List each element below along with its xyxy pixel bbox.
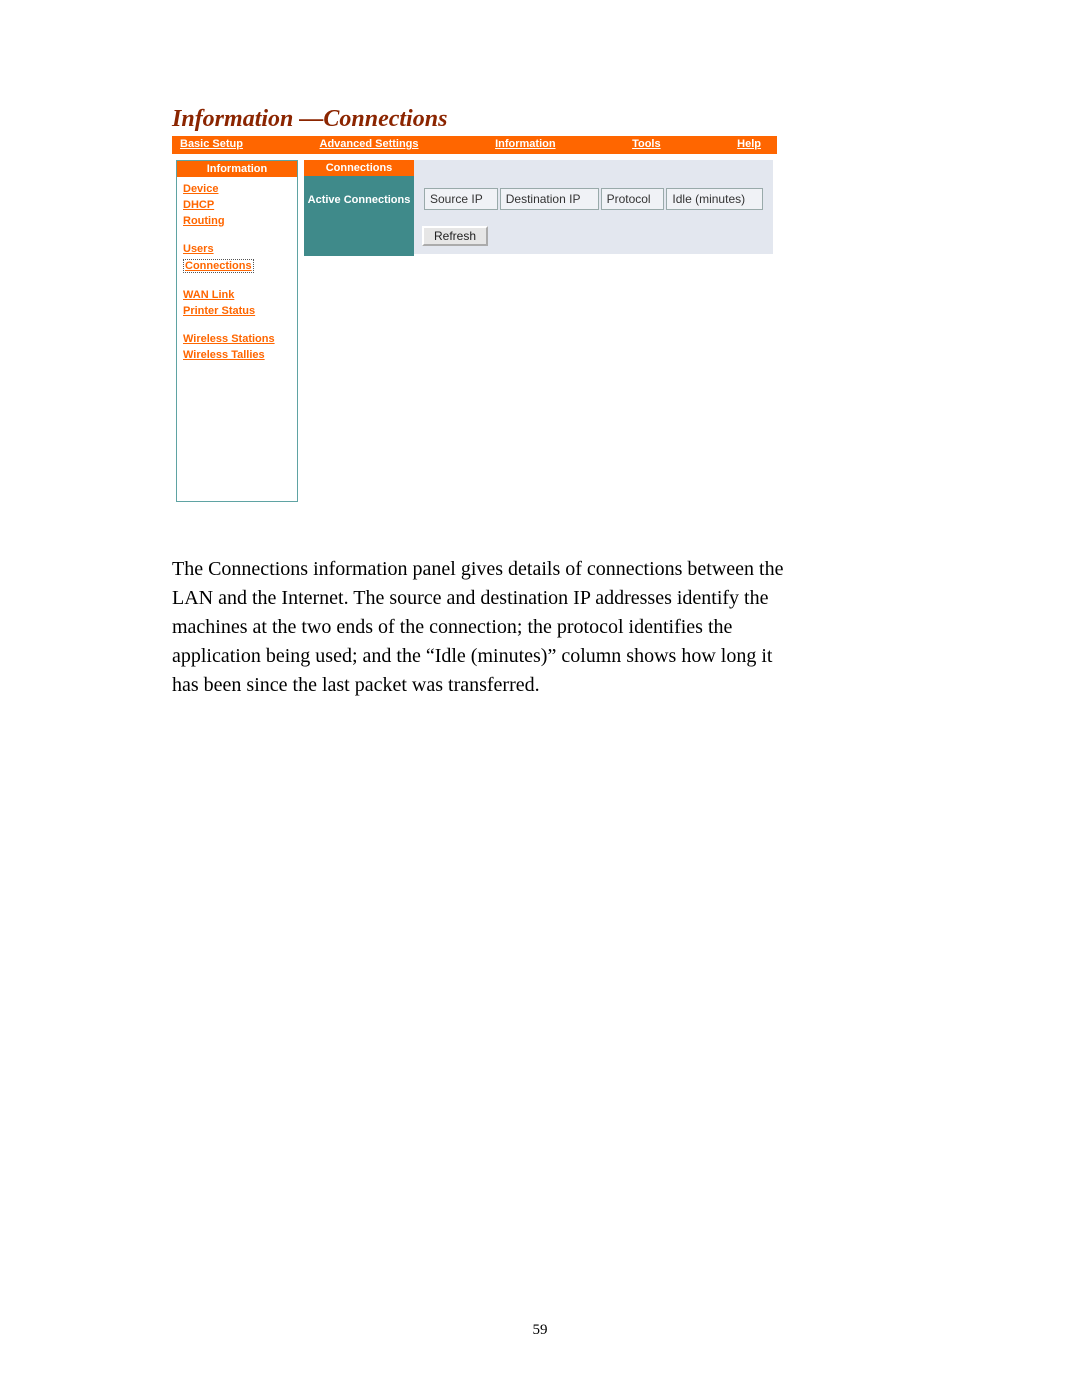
sidebar-item-wireless-tallies[interactable]: Wireless Tallies bbox=[183, 349, 265, 361]
col-destination-ip: Destination IP bbox=[500, 188, 599, 210]
sidebar-header: Information bbox=[177, 161, 297, 177]
page-number: 59 bbox=[0, 1322, 1080, 1339]
nav-help[interactable]: Help bbox=[729, 136, 769, 154]
router-ui-screenshot: Basic Setup Advanced Settings Informatio… bbox=[172, 136, 777, 502]
sidebar-item-users[interactable]: Users bbox=[183, 243, 214, 255]
nav-information[interactable]: Information bbox=[487, 136, 564, 154]
col-idle-minutes: Idle (minutes) bbox=[666, 188, 763, 210]
refresh-button[interactable]: Refresh bbox=[422, 226, 488, 246]
sidebar: Information Device DHCP Routing Users Co… bbox=[176, 160, 298, 502]
top-nav-bar: Basic Setup Advanced Settings Informatio… bbox=[172, 136, 777, 154]
sidebar-item-printer-status[interactable]: Printer Status bbox=[183, 305, 255, 317]
sidebar-item-routing[interactable]: Routing bbox=[183, 215, 225, 227]
sidebar-item-device[interactable]: Device bbox=[183, 183, 218, 195]
panel-header-connections: Connections bbox=[304, 160, 414, 176]
sidebar-item-wan-link[interactable]: WAN Link bbox=[183, 289, 234, 301]
panel-subheader-active-connections: Active Connections bbox=[304, 176, 414, 256]
sidebar-item-wireless-stations[interactable]: Wireless Stations bbox=[183, 333, 275, 345]
content-panel: Source IP Destination IP Protocol Idle (… bbox=[414, 160, 773, 254]
section-title: Information —Connections bbox=[172, 106, 447, 133]
nav-advanced-settings[interactable]: Advanced Settings bbox=[312, 136, 427, 154]
body-paragraph: The Connections information panel gives … bbox=[172, 555, 792, 700]
nav-tools[interactable]: Tools bbox=[624, 136, 669, 154]
table-header-row: Source IP Destination IP Protocol Idle (… bbox=[424, 188, 763, 210]
col-source-ip: Source IP bbox=[424, 188, 498, 210]
sidebar-item-dhcp[interactable]: DHCP bbox=[183, 199, 214, 211]
connections-table: Source IP Destination IP Protocol Idle (… bbox=[422, 186, 765, 212]
col-protocol: Protocol bbox=[601, 188, 665, 210]
nav-basic-setup[interactable]: Basic Setup bbox=[172, 136, 251, 154]
sidebar-item-connections[interactable]: Connections bbox=[183, 259, 254, 273]
panel-label-column: Connections Active Connections bbox=[304, 160, 414, 256]
